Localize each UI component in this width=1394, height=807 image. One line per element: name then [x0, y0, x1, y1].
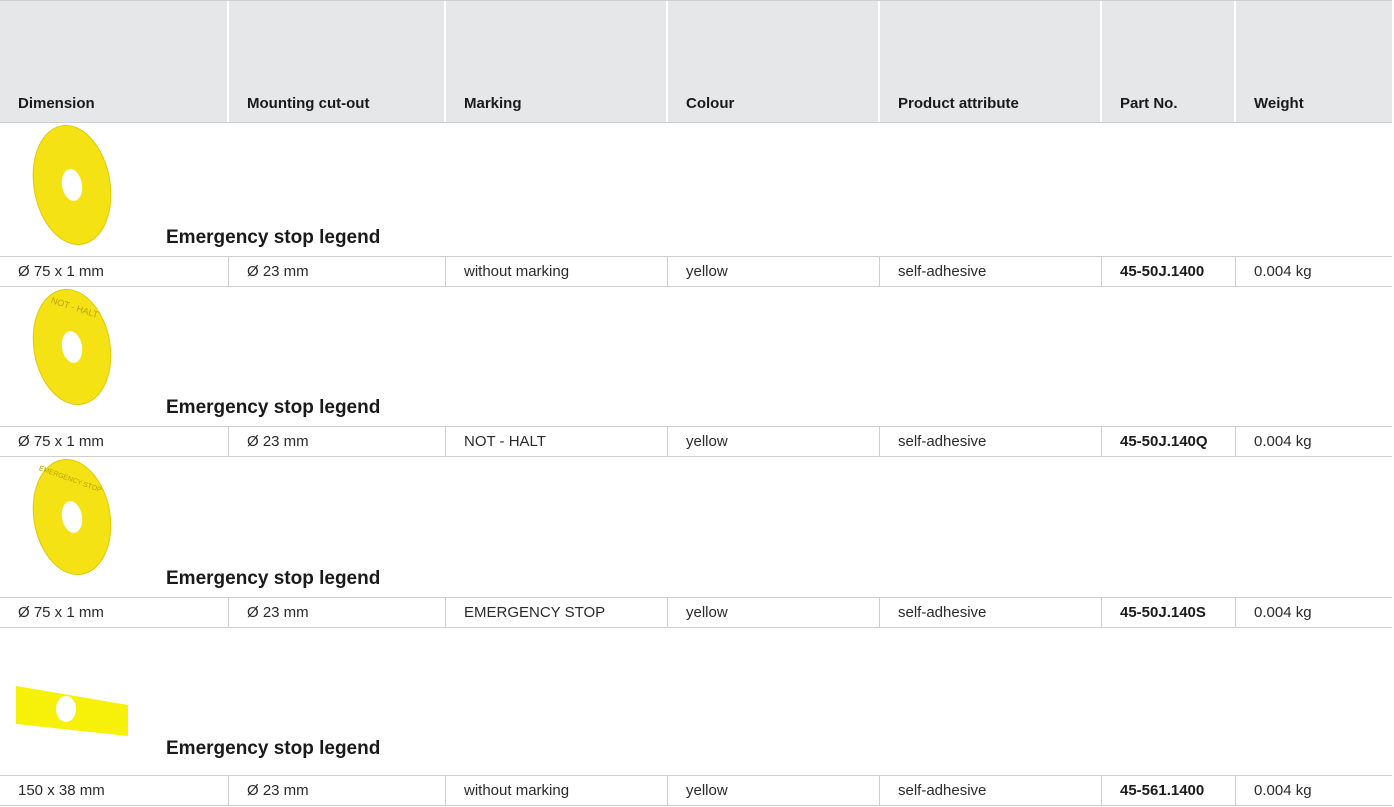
cell-part-no: 45-50J.140S [1102, 598, 1236, 627]
cell-colour: yellow [668, 427, 880, 456]
cell-mounting-cutout: Ø 23 mm [229, 257, 446, 286]
table-row: Ø 75 x 1 mm Ø 23 mm without marking yell… [0, 256, 1392, 287]
cell-dimension: 150 x 38 mm [0, 776, 229, 805]
header-product-attribute: Product attribute [880, 1, 1102, 122]
cell-colour: yellow [668, 598, 880, 627]
cell-product-attribute: self-adhesive [880, 776, 1102, 805]
round-legend-not-halt-image: NOT - HALT [32, 289, 112, 405]
cell-marking: NOT - HALT [446, 427, 668, 456]
product-table: Dimension Mounting cut-out Marking Colou… [0, 0, 1394, 807]
product-title: Emergency stop legend [166, 738, 381, 759]
cell-part-no: 45-50J.140Q [1102, 427, 1236, 456]
cell-marking: without marking [446, 257, 668, 286]
cell-weight: 0.004 kg [1254, 263, 1312, 280]
header-marking: Marking [446, 1, 668, 122]
table-row: 150 x 38 mm Ø 23 mm without marking yell… [0, 775, 1392, 806]
cell-colour: yellow [668, 776, 880, 805]
round-legend-emergency-stop-image: EMERGENCY STOP [32, 459, 112, 575]
table-row: Ø 75 x 1 mm Ø 23 mm NOT - HALT yellow se… [0, 426, 1392, 457]
header-part-no: Part No. [1102, 1, 1236, 122]
rectangular-legend-plain-image [16, 686, 128, 736]
cell-part-no: 45-50J.1400 [1102, 257, 1236, 286]
header-mounting-cutout: Mounting cut-out [229, 1, 446, 122]
header-dimension: Dimension [0, 1, 229, 122]
product-title: Emergency stop legend [166, 397, 381, 418]
cell-dimension: Ø 75 x 1 mm [0, 257, 229, 286]
header-colour: Colour [668, 1, 880, 122]
cell-product-attribute: self-adhesive [880, 598, 1102, 627]
cell-weight: 0.004 kg [1254, 782, 1312, 799]
round-legend-plain-image [32, 125, 112, 245]
cell-marking: EMERGENCY STOP [446, 598, 668, 627]
cell-dimension: Ø 75 x 1 mm [0, 427, 229, 456]
product-title: Emergency stop legend [166, 568, 381, 589]
cell-product-attribute: self-adhesive [880, 427, 1102, 456]
cell-mounting-cutout: Ø 23 mm [229, 776, 446, 805]
cell-colour: yellow [668, 257, 880, 286]
cell-mounting-cutout: Ø 23 mm [229, 598, 446, 627]
table-row: Ø 75 x 1 mm Ø 23 mm EMERGENCY STOP yello… [0, 597, 1392, 628]
cell-mounting-cutout: Ø 23 mm [229, 427, 446, 456]
cell-weight: 0.004 kg [1254, 433, 1312, 450]
cell-part-no: 45-561.1400 [1102, 776, 1236, 805]
cell-dimension: Ø 75 x 1 mm [0, 598, 229, 627]
product-title: Emergency stop legend [166, 227, 381, 248]
cell-weight: 0.004 kg [1254, 604, 1312, 621]
cell-marking: without marking [446, 776, 668, 805]
table-header: Dimension Mounting cut-out Marking Colou… [0, 0, 1392, 123]
header-weight: Weight [1236, 1, 1392, 122]
cell-product-attribute: self-adhesive [880, 257, 1102, 286]
